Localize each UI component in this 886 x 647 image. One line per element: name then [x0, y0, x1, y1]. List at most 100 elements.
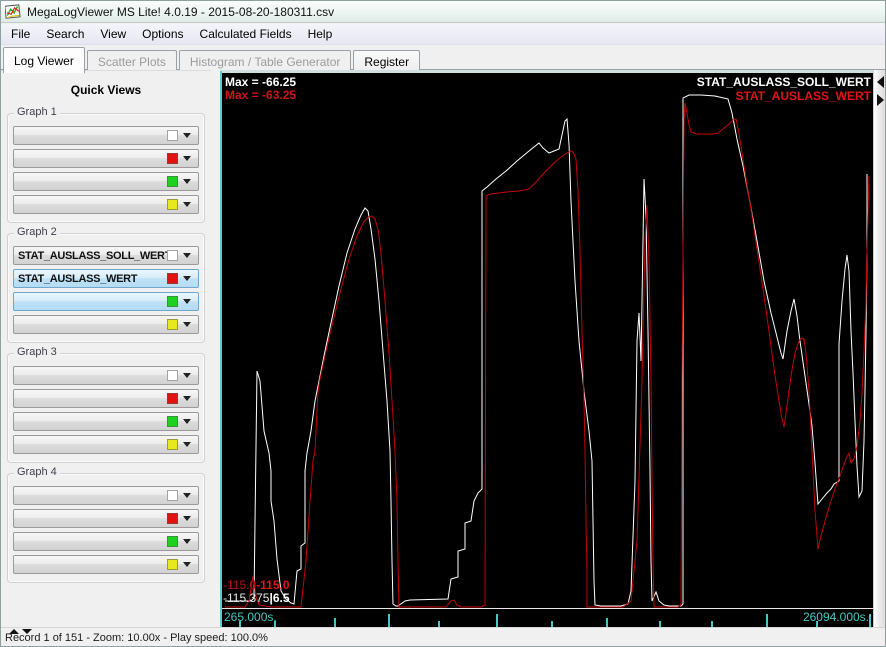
- groupbox-graph-1: Graph 1: [7, 106, 205, 223]
- window-title: MegaLogViewer MS Lite! 4.0.19 - 2015-08-…: [27, 4, 335, 19]
- trace-color-chip: [167, 319, 178, 330]
- trace-color-chip: [167, 536, 178, 547]
- menu-bar: File Search View Options Calculated Fields He…: [1, 24, 885, 45]
- quick-views-panel: Quick Views Graph 1 Graph 2 STAT_AUSLASS_S…: [1, 70, 211, 629]
- trace-color-chip: [167, 153, 178, 164]
- timeline-tick: [388, 614, 390, 627]
- trace-color-chip: [167, 370, 178, 381]
- app-window: MegaLogViewer MS Lite! 4.0.19 - 2015-08-…: [0, 0, 886, 647]
- groupbox-graph-4: Graph 4: [7, 466, 205, 583]
- trace-color-chip: [167, 250, 178, 261]
- channel-select-g3-r3[interactable]: [13, 412, 199, 431]
- trace-color-chip: [167, 273, 178, 284]
- channel-select-g1-r2[interactable]: [13, 149, 199, 168]
- trace-color-chip: [167, 416, 178, 427]
- trace-color-chip: [167, 393, 178, 404]
- collapse-left-icon[interactable]: [877, 76, 884, 88]
- chevron-down-icon: [183, 156, 191, 161]
- groupbox-graph-2: Graph 2 STAT_AUSLASS_SOLL_WERT STAT_AUSLAS…: [7, 226, 205, 343]
- trace-color-chip: [167, 130, 178, 141]
- channel-select-g4-r1[interactable]: [13, 486, 199, 505]
- trace-color-chip: [167, 199, 178, 210]
- chevron-down-icon: [183, 133, 191, 138]
- legend-series-2: STAT_AUSLASS_WERT: [735, 89, 871, 103]
- min-value-part: |6.5: [269, 591, 290, 605]
- trace-color-chip: [167, 439, 178, 450]
- min-value-white: -115.375|6.5: [223, 591, 290, 605]
- channel-select-g3-r2[interactable]: [13, 389, 199, 408]
- chevron-down-icon: [183, 562, 191, 567]
- channel-select-g3-r4[interactable]: [13, 435, 199, 454]
- channel-select-g2-r4[interactable]: [13, 315, 199, 334]
- menu-item-calculated-fields[interactable]: Calculated Fields: [192, 25, 300, 43]
- trace-plot: [225, 94, 870, 608]
- groupbox-label: Graph 3: [14, 346, 60, 358]
- menu-item-options[interactable]: Options: [134, 25, 191, 43]
- chevron-down-icon: [183, 276, 191, 281]
- chevron-down-icon: [183, 516, 191, 521]
- chevron-down-icon: [183, 322, 191, 327]
- min-value-part: -115.0: [223, 578, 257, 592]
- trace-color-chip: [167, 490, 178, 501]
- channel-select-g1-r4[interactable]: [13, 195, 199, 214]
- collapse-right-icon[interactable]: [877, 94, 884, 106]
- min-value-part: -115.0: [256, 578, 290, 592]
- min-value-part: -115.375: [223, 591, 270, 605]
- timeline-bar[interactable]: 265.000s. 26094.000s.: [222, 608, 873, 627]
- max-value-red: Max = -63.25: [225, 88, 297, 102]
- menu-item-view[interactable]: View: [92, 25, 134, 43]
- timeline-tick: [869, 614, 871, 627]
- trace-color-chip: [167, 513, 178, 524]
- status-text: Record 1 of 151 - Zoom: 10.00x - Play sp…: [5, 632, 268, 644]
- log-graph-canvas[interactable]: Max = -66.25 Max = -63.25 STAT_AUSLASS_S…: [222, 73, 873, 608]
- menu-item-help[interactable]: Help: [300, 25, 341, 43]
- channel-select-g2-r3[interactable]: [13, 292, 199, 311]
- channel-name: STAT_AUSLASS_WERT: [18, 272, 138, 285]
- quick-views-header: Quick Views: [70, 83, 142, 97]
- channel-select-g4-r2[interactable]: [13, 509, 199, 528]
- timeline-tick: [496, 614, 498, 627]
- chevron-down-icon: [183, 442, 191, 447]
- channel-select-g3-r1[interactable]: [13, 366, 199, 385]
- chevron-down-icon: [183, 419, 191, 424]
- app-icon: [5, 4, 21, 19]
- trace-color-chip: [167, 296, 178, 307]
- menu-item-search[interactable]: Search: [38, 25, 92, 43]
- groupbox-label: Graph 2: [14, 226, 60, 238]
- status-bar: Record 1 of 151 - Zoom: 10.00x - Play sp…: [1, 627, 885, 646]
- chevron-down-icon: [183, 539, 191, 544]
- channel-select-g4-r3[interactable]: [13, 532, 199, 551]
- tab-log-viewer[interactable]: Log Viewer: [3, 47, 85, 73]
- chevron-down-icon: [183, 253, 191, 258]
- channel-select-g2-r1[interactable]: STAT_AUSLASS_SOLL_WERT: [13, 246, 199, 265]
- channel-select-g1-r3[interactable]: [13, 172, 199, 191]
- timeline-end-label: 26094.000s.: [802, 610, 869, 624]
- channel-select-g1-r1[interactable]: [13, 126, 199, 145]
- min-value-red: -115.0-115.0: [223, 578, 290, 592]
- trace-legend: STAT_AUSLASS_SOLL_WERT STAT_AUSLASS_WERT: [697, 75, 871, 103]
- trace-color-chip: [167, 176, 178, 187]
- chevron-down-icon: [183, 299, 191, 304]
- timeline-tick: [606, 618, 608, 627]
- chevron-down-icon: [183, 202, 191, 207]
- groupbox-graph-3: Graph 3: [7, 346, 205, 463]
- legend-series-1: STAT_AUSLASS_SOLL_WERT: [696, 75, 871, 89]
- groupbox-label: Graph 1: [14, 106, 60, 118]
- channel-select-g4-r4[interactable]: [13, 555, 199, 574]
- channel-name: STAT_AUSLASS_SOLL_WERT: [18, 249, 167, 262]
- trace-color-chip: [167, 559, 178, 570]
- chevron-down-icon: [183, 373, 191, 378]
- panel-splitter-strip[interactable]: [873, 70, 885, 629]
- groupbox-label: Graph 4: [14, 466, 60, 478]
- chevron-down-icon: [183, 396, 191, 401]
- timeline-start-label: 265.000s.: [224, 610, 277, 624]
- menu-item-file[interactable]: File: [3, 25, 38, 43]
- timeline-tick: [334, 618, 336, 627]
- chevron-down-icon: [183, 493, 191, 498]
- timeline-tick: [766, 614, 768, 627]
- chevron-down-icon: [183, 179, 191, 184]
- channel-select-g2-r2[interactable]: STAT_AUSLASS_WERT: [13, 269, 199, 288]
- title-bar[interactable]: MegaLogViewer MS Lite! 4.0.19 - 2015-08-…: [1, 1, 885, 23]
- tab-bar: Log Viewer Scatter Plots Histogram / Table…: [1, 45, 885, 74]
- trace-stat_auslass_wert: [225, 102, 870, 608]
